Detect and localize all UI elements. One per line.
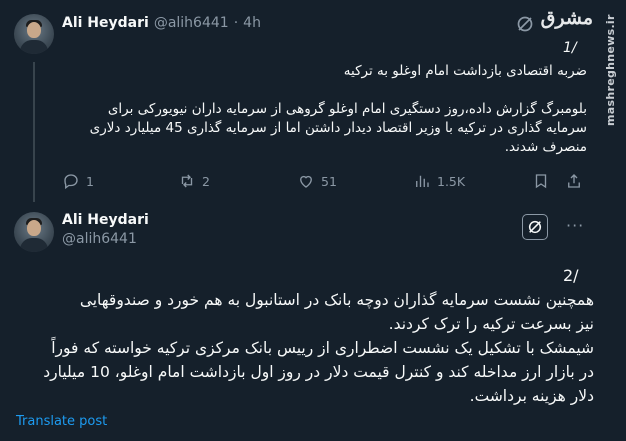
reply-icon (64, 174, 78, 190)
separator-dot: · (233, 15, 239, 31)
body-line: شیمشک با تشکیل یک نشست اضطراری از رییس ب… (51, 339, 594, 357)
heart-icon (300, 175, 312, 188)
thread-number: 1/ (563, 40, 577, 56)
avatar[interactable] (14, 14, 54, 54)
thread-connector-line (33, 62, 35, 202)
thread-number: 2/ (563, 266, 579, 285)
like-button[interactable]: 51 (297, 171, 337, 191)
body-line: سرمایه گذاری در ترکیه با وزیر اقتصاد دید… (89, 120, 587, 136)
like-count: 51 (321, 173, 337, 189)
tweet1-title: ضربه اقتصادی بازداشت امام اوغلو به ترکیه (343, 63, 587, 79)
views-button[interactable]: 1.5K (413, 171, 465, 191)
reply-count: 1 (86, 173, 94, 189)
body-line: نیز بسرعت ترکیه را ترک کردند. (388, 315, 594, 333)
bookmark-button[interactable] (532, 171, 550, 191)
post-time[interactable]: 4h (243, 15, 261, 31)
author-handle[interactable]: @alih6441 (62, 231, 149, 247)
author-handle[interactable]: @alih6441 (154, 15, 229, 31)
repost-button[interactable]: 2 (178, 171, 210, 191)
mashregh-logo: مشرق (540, 7, 593, 29)
watermark-site: mashreghnews.ir (604, 14, 617, 126)
avatar[interactable] (14, 212, 54, 252)
views-count: 1.5K (437, 173, 466, 189)
body-line: بلومبرگ گزارش داده،روز دستگیری امام اوغل… (107, 101, 587, 117)
tweet2-body: همچنین نشست سرمایه گذاران دوچه بانک در ا… (14, 288, 594, 408)
views-icon (416, 175, 429, 187)
tweet1-header: Ali Heydari @alih6441 · 4h (62, 15, 261, 31)
author-name[interactable]: Ali Heydari (62, 212, 149, 228)
repost-icon (181, 174, 193, 188)
tweet1-body: بلومبرگ گزارش داده،روز دستگیری امام اوغل… (60, 100, 587, 157)
body-line: منصرف شدند. (504, 139, 587, 155)
tweet2-header: Ali Heydari @alih6441 (62, 212, 149, 247)
share-button[interactable] (565, 171, 583, 191)
bookmark-icon (535, 174, 547, 189)
body-line: دلار هزینه برداشت. (469, 387, 594, 405)
repost-count: 2 (202, 173, 210, 189)
translate-post-link[interactable]: Translate post (16, 414, 107, 429)
share-icon (568, 174, 580, 188)
reply-button[interactable]: 1 (62, 171, 94, 191)
author-name[interactable]: Ali Heydari (62, 15, 149, 31)
body-line: همچنین نشست سرمایه گذاران دوچه بانک در ا… (79, 291, 594, 309)
grok-icon[interactable] (516, 15, 534, 33)
more-icon[interactable]: ··· (566, 216, 584, 235)
body-line: در بازار ارز مداخله کند و کنترل قیمت دلا… (43, 363, 594, 381)
grok-icon[interactable] (522, 214, 548, 240)
